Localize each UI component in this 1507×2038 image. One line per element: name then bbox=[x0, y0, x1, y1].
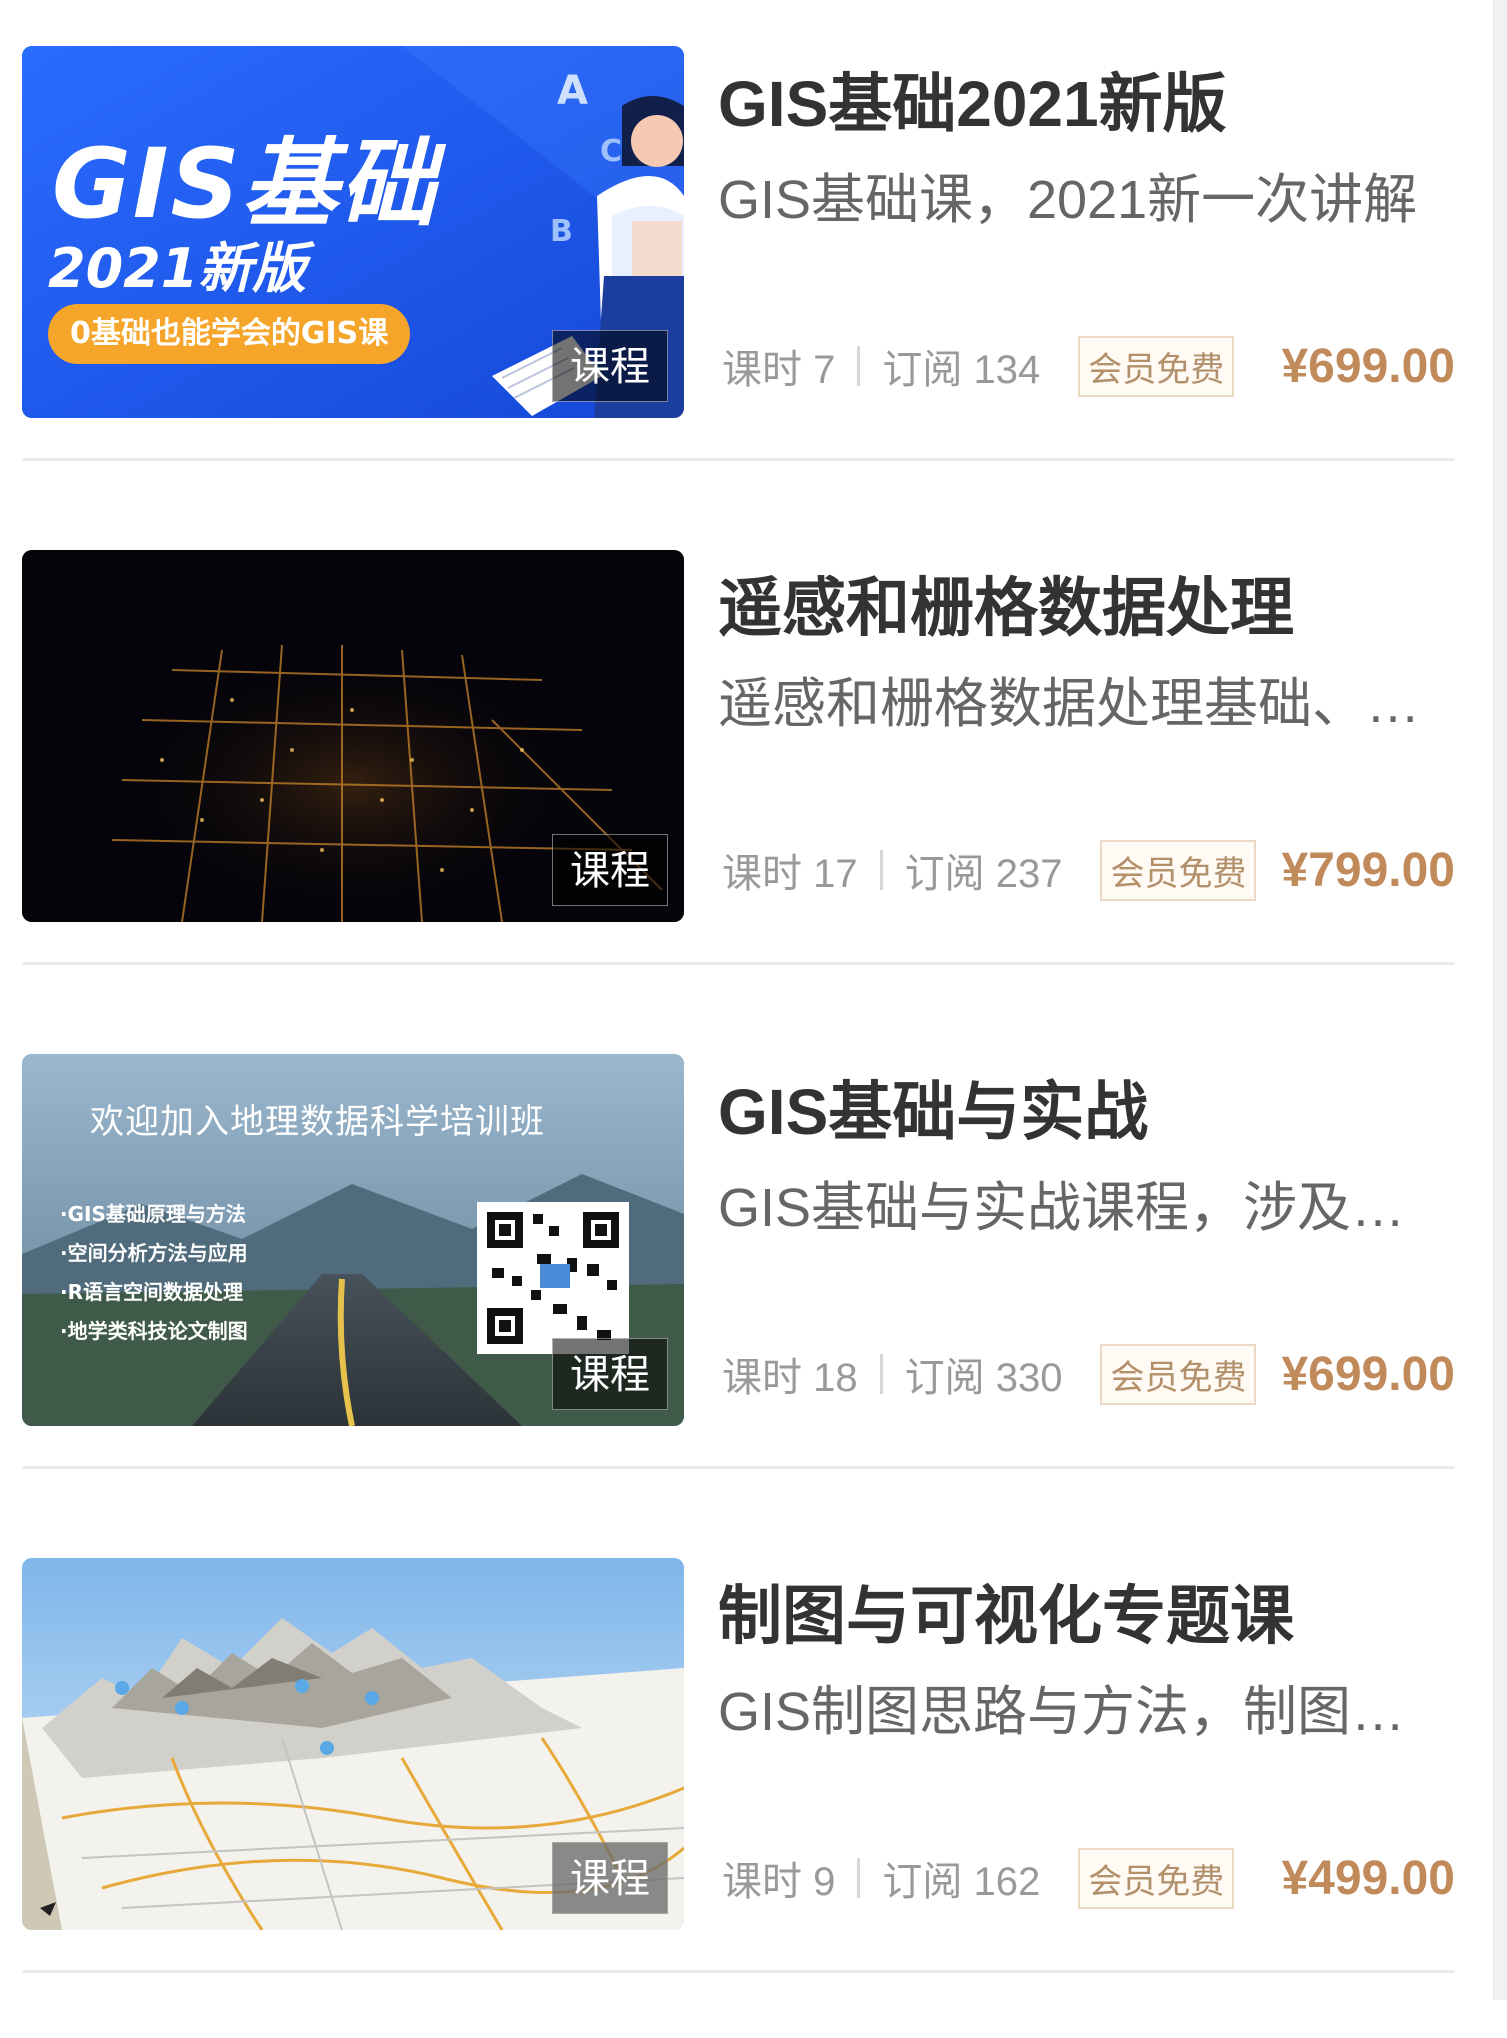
cover-bullet: ·空间分析方法与应用 bbox=[60, 1241, 248, 1265]
course-thumbnail[interactable]: GIS基础 2021新版 0基础也能学会的GIS课 A C B 课程 bbox=[22, 46, 684, 418]
course-item[interactable]: GIS基础 2021新版 0基础也能学会的GIS课 A C B 课程 GIS基础… bbox=[22, 22, 1455, 526]
course-description: GIS基础与实战课程，涉及… bbox=[718, 1178, 1406, 1238]
cover-banner: 欢迎加入地理数据科学培训班 bbox=[90, 1102, 545, 1142]
course-price: ¥499.00 bbox=[1281, 1851, 1455, 1905]
vip-free-badge: 会员免费 bbox=[1078, 335, 1235, 397]
list-divider bbox=[22, 458, 1455, 461]
course-price: ¥799.00 bbox=[1281, 843, 1455, 897]
scrollbar-track[interactable] bbox=[1493, 0, 1507, 2000]
course-price: ¥699.00 bbox=[1281, 339, 1455, 393]
course-title[interactable]: GIS基础2021新版 bbox=[718, 56, 1448, 152]
course-meta: 课时 7 订阅 134 会员免费 ¥699.00 bbox=[722, 328, 1455, 404]
course-type-badge: 课程 bbox=[552, 330, 668, 402]
lesson-count: 课时 18 bbox=[722, 1356, 858, 1400]
cover-letter-c: C bbox=[600, 134, 623, 169]
meta-divider bbox=[879, 1354, 883, 1394]
subscriber-count: 订阅 134 bbox=[882, 348, 1041, 392]
course-item[interactable]: 课程 遥感和栅格数据处理 遥感和栅格数据处理基础、… 课时 17 订阅 237 … bbox=[22, 526, 1455, 1030]
subscriber-count: 订阅 330 bbox=[904, 1356, 1063, 1400]
course-title[interactable]: GIS基础与实战 bbox=[718, 1064, 1448, 1160]
meta-divider bbox=[857, 1858, 861, 1898]
cover-bullet: ·地学类科技论文制图 bbox=[60, 1319, 248, 1343]
subscriber-count: 订阅 162 bbox=[882, 1860, 1041, 1904]
course-thumbnail[interactable]: 课程 bbox=[22, 550, 684, 922]
vip-free-badge: 会员免费 bbox=[1100, 1343, 1257, 1405]
course-meta: 课时 9 订阅 162 会员免费 ¥499.00 bbox=[722, 1840, 1455, 1916]
cover-letter-b: B bbox=[550, 214, 573, 249]
course-meta: 课时 18 订阅 330 会员免费 ¥699.00 bbox=[722, 1336, 1455, 1412]
course-item[interactable]: 课程 制图与可视化专题课 GIS制图思路与方法，制图… 课时 9 订阅 162 … bbox=[22, 1534, 1455, 2038]
cover-bullet: ·R语言空间数据处理 bbox=[60, 1280, 243, 1304]
course-price: ¥699.00 bbox=[1281, 1347, 1455, 1401]
course-item[interactable]: 欢迎加入地理数据科学培训班 ·GIS基础原理与方法 ·空间分析方法与应用 ·R语… bbox=[22, 1030, 1455, 1534]
lesson-count: 课时 9 bbox=[722, 1860, 836, 1904]
subscriber-count: 订阅 237 bbox=[904, 852, 1063, 896]
lesson-count: 课时 7 bbox=[722, 348, 836, 392]
vip-free-badge: 会员免费 bbox=[1078, 1847, 1235, 1909]
list-divider bbox=[22, 1466, 1455, 1469]
course-thumbnail[interactable]: 课程 bbox=[22, 1558, 684, 1930]
course-list: GIS基础 2021新版 0基础也能学会的GIS课 A C B 课程 GIS基础… bbox=[0, 0, 1493, 2000]
course-type-badge: 课程 bbox=[552, 834, 668, 906]
meta-divider bbox=[879, 850, 883, 890]
list-divider bbox=[22, 962, 1455, 965]
course-description: GIS制图思路与方法，制图… bbox=[718, 1682, 1406, 1742]
course-type-badge: 课程 bbox=[552, 1338, 668, 1410]
meta-divider bbox=[857, 346, 861, 386]
course-description: 遥感和栅格数据处理基础、… bbox=[718, 674, 1420, 734]
cover-letter-a: A bbox=[557, 68, 588, 114]
course-type-badge: 课程 bbox=[552, 1842, 668, 1914]
cover-pill: 0基础也能学会的GIS课 bbox=[48, 304, 411, 364]
course-thumbnail[interactable]: 欢迎加入地理数据科学培训班 ·GIS基础原理与方法 ·空间分析方法与应用 ·R语… bbox=[22, 1054, 684, 1426]
course-description: GIS基础课，2021新一次讲解 bbox=[718, 170, 1418, 230]
course-title[interactable]: 制图与可视化专题课 bbox=[718, 1568, 1448, 1664]
list-divider bbox=[22, 1970, 1455, 1973]
course-meta: 课时 17 订阅 237 会员免费 ¥799.00 bbox=[722, 832, 1455, 908]
cover-bullet: ·GIS基础原理与方法 bbox=[60, 1202, 246, 1226]
vip-free-badge: 会员免费 bbox=[1100, 839, 1257, 901]
lesson-count: 课时 17 bbox=[722, 852, 858, 896]
course-title[interactable]: 遥感和栅格数据处理 bbox=[718, 560, 1448, 656]
cover-subline: 2021新版 bbox=[48, 237, 307, 300]
